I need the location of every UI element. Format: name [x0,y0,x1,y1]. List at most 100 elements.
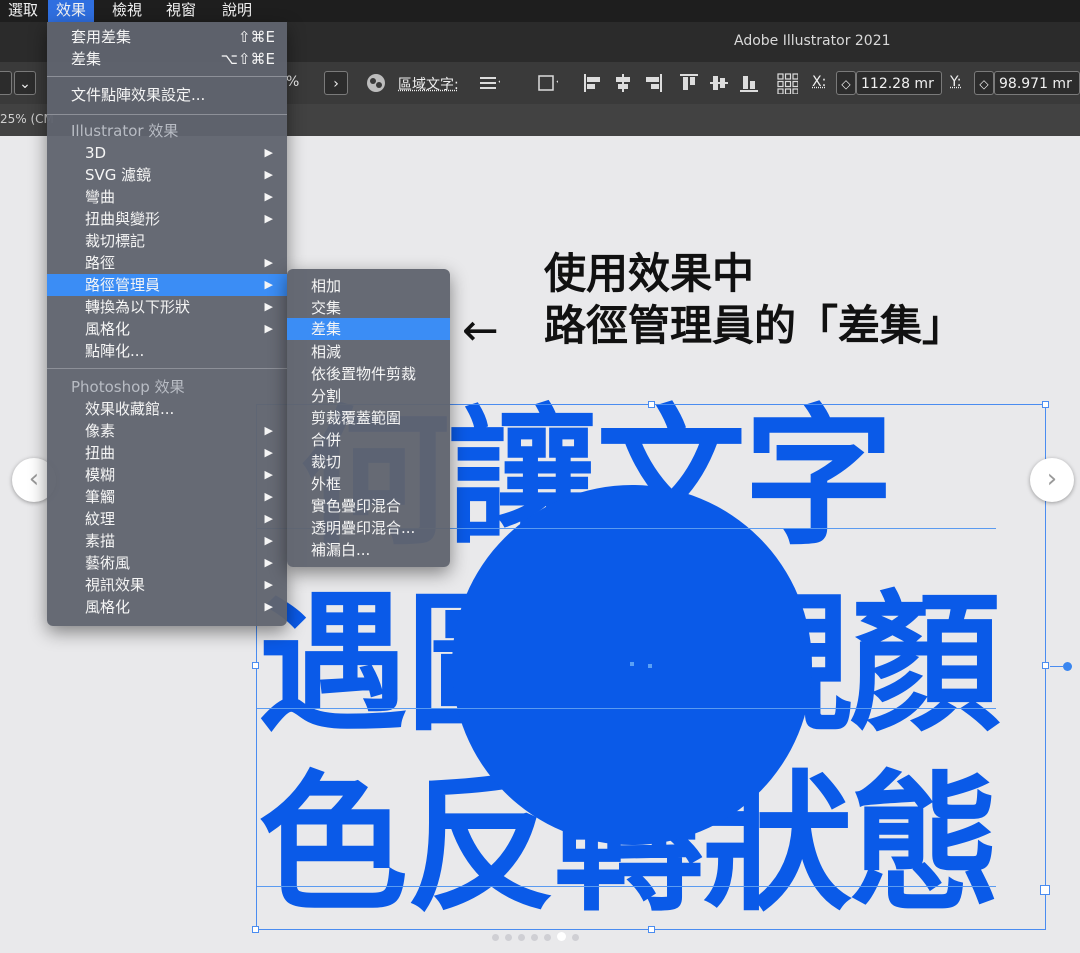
frame-options-icon[interactable] [536,72,558,94]
left-arrow-icon: ← [462,305,499,356]
menu-item-artistic[interactable]: 藝術風 ▶ [47,552,287,574]
submenu-item-outline[interactable]: 外框 [287,473,450,495]
menu-item-distort-transform[interactable]: 扭曲與變形 ▶ [47,208,287,230]
submenu-item-trim[interactable]: 剪裁覆蓋範圍 [287,407,450,429]
submenu-arrow-icon: ▶ [264,146,273,159]
menu-item-label: 紋理 [85,510,116,528]
submenu-item-minus-back[interactable]: 依後置物件剪裁 [287,363,450,385]
menu-item-crop-marks[interactable]: 裁切標記 [47,230,287,252]
submenu-arrow-icon: ▶ [264,278,273,291]
bbox-handle-top-right[interactable] [1042,401,1049,408]
paragraph-align-icon[interactable] [478,72,500,94]
y-stepper[interactable]: ◇ [974,71,994,95]
y-label: Y: [950,74,962,90]
menu-item-raster-settings[interactable]: 文件點陣效果設定... [47,84,287,106]
menu-item-brush-strokes[interactable]: 筆觸 ▶ [47,486,287,508]
menu-item-stylize[interactable]: 風格化 ▶ [47,318,287,340]
submenu-item-subtract[interactable]: 相減 [287,341,450,363]
submenu-item-hard-mix[interactable]: 實色疊印混合 [287,495,450,517]
menu-item-svg-filters[interactable]: SVG 濾鏡 ▶ [47,164,287,186]
submenu-item-add[interactable]: 相加 [287,275,450,297]
menu-item-label: 轉換為以下形狀 [85,298,191,316]
carousel-next-button[interactable]: › [1030,458,1074,502]
menu-item-rasterize[interactable]: 點陣化... [47,340,287,362]
menu-item-blur[interactable]: 模糊 ▶ [47,464,287,486]
menu-item-path[interactable]: 路徑 ▶ [47,252,287,274]
x-input[interactable]: 112.28 mr [856,71,942,95]
submenu-arrow-icon: ▶ [264,256,273,269]
pagination-dot[interactable] [572,934,579,941]
menu-item-sketch[interactable]: 素描 ▶ [47,530,287,552]
pagination-dot[interactable] [544,934,551,941]
menu-item-apply-last[interactable]: 套用差集 ⇧⌘E [47,26,287,48]
submenu-item-crop[interactable]: 裁切 [287,451,450,473]
menu-item-label: 視訊效果 [85,576,146,594]
submenu-item-divide[interactable]: 分割 [287,385,450,407]
menu-item-last-effect[interactable]: 差集 ⌥⇧⌘E [47,48,287,70]
align-left-icon[interactable] [582,72,604,94]
submenu-arrow-icon: ▶ [264,168,273,181]
submenu-arrow-icon: ▶ [264,190,273,203]
menu-window[interactable]: 視窗 [158,0,204,22]
submenu-item-intersect[interactable]: 交集 [287,297,450,319]
menu-item-label: 交集 [311,299,342,317]
x-stepper[interactable]: ◇ [836,71,856,95]
menu-item-pathfinder[interactable]: 路徑管理員 ▶ [47,274,287,296]
chevron-right-icon[interactable]: › [324,71,348,95]
menu-view[interactable]: 檢視 [104,0,150,22]
menu-select[interactable]: 選取 [0,0,46,22]
menu-item-video[interactable]: 視訊效果 ▶ [47,574,287,596]
submenu-item-merge[interactable]: 合併 [287,429,450,451]
align-top-icon[interactable] [678,72,700,94]
menu-item-3d[interactable]: 3D ▶ [47,142,287,164]
pagination-dot[interactable] [531,934,538,941]
menu-item-texture[interactable]: 紋理 ▶ [47,508,287,530]
submenu-item-soft-mix[interactable]: 透明疊印混合... [287,517,450,539]
menu-bar: 選取 效果 檢視 視窗 說明 [0,0,1080,22]
menu-item-warp[interactable]: 彎曲 ▶ [47,186,287,208]
reference-point-icon[interactable] [776,72,798,94]
menu-item-label: SVG 濾鏡 [85,166,152,184]
menu-help[interactable]: 說明 [214,0,260,22]
pagination-dot-active[interactable] [557,932,566,941]
pagination-dot[interactable] [505,934,512,941]
submenu-item-trap[interactable]: 補漏白... [287,539,450,561]
align-right-icon[interactable] [642,72,664,94]
bbox-handle-right[interactable] [1042,662,1049,669]
section-header: Illustrator 效果 [71,122,179,140]
submenu-arrow-icon: ▶ [264,534,273,547]
align-middle-icon[interactable] [708,72,730,94]
menu-item-label: 3D [85,144,107,162]
align-bottom-icon[interactable] [738,72,760,94]
dropdown-chevron-icon[interactable]: ⌄ [14,71,36,95]
submenu-item-exclude[interactable]: 差集 [287,318,450,340]
menu-effect[interactable]: 效果 [48,0,95,22]
recolor-icon[interactable] [364,71,386,93]
bbox-handle-top[interactable] [648,401,655,408]
menu-item-label: 效果收藏館... [85,400,175,418]
menu-item-convert-to-shape[interactable]: 轉換為以下形狀 ▶ [47,296,287,318]
area-type-label[interactable]: 區域文字: [398,74,459,94]
field-left-partial[interactable] [0,71,12,95]
annotation-text: 使用效果中 路徑管理員的「差集」 [544,248,964,352]
bbox-handle-bottom[interactable] [648,926,655,933]
y-input[interactable]: 98.971 mr [994,71,1080,95]
menu-separator [47,368,287,369]
pagination-dot[interactable] [518,934,525,941]
menu-item-stylize-ps[interactable]: 風格化 ▶ [47,596,287,618]
menu-item-label: 剪裁覆蓋範圍 [311,409,402,427]
text-port-handle[interactable] [1063,662,1072,671]
menu-item-effect-gallery[interactable]: 效果收藏館... [47,398,287,420]
document-tab[interactable]: 25% (CM [0,112,54,126]
menu-item-distort[interactable]: 扭曲 ▶ [47,442,287,464]
menu-item-pixelate[interactable]: 像素 ▶ [47,420,287,442]
pagination-dot[interactable] [492,934,499,941]
menu-item-label: 像素 [85,422,116,440]
menu-item-label: 相加 [311,277,342,295]
bbox-handle-bottom-right[interactable] [1040,885,1050,895]
bbox-handle-left[interactable] [252,662,259,669]
bbox-handle-bottom-left[interactable] [252,926,259,933]
shortcut-label: ⌥⇧⌘E [220,50,275,68]
align-center-icon[interactable] [612,72,634,94]
submenu-arrow-icon: ▶ [264,468,273,481]
